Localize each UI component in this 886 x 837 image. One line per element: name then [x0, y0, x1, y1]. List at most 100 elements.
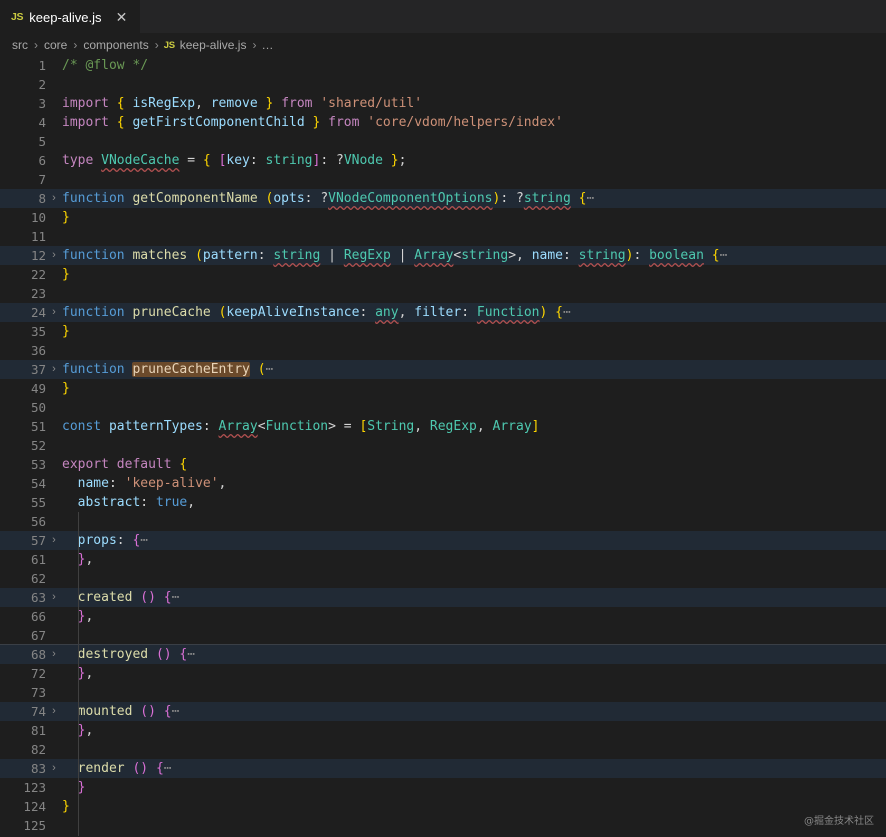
breadcrumb-item-core[interactable]: core — [43, 38, 68, 52]
code-line[interactable]: 24›function pruneCache (keepAliveInstanc… — [0, 303, 886, 322]
code-line[interactable]: 57› props: {⋯ — [0, 531, 886, 550]
code-line[interactable]: 7 — [0, 170, 886, 189]
line-content: } — [62, 379, 886, 398]
line-number: 57 — [0, 531, 46, 550]
line-number: 37 — [0, 360, 46, 379]
line-content: type VNodeCache = { [key: string]: ?VNod… — [62, 151, 886, 170]
fold-toggle[interactable]: › — [46, 189, 62, 208]
code-line[interactable]: 2 — [0, 75, 886, 94]
fold-toggle[interactable]: › — [46, 702, 62, 721]
line-content: } — [62, 322, 886, 341]
tab-keep-alive-js[interactable]: JS keep-alive.js ✕ — [0, 0, 141, 34]
code-line[interactable]: 37›function pruneCacheEntry (⋯ — [0, 360, 886, 379]
line-number: 125 — [0, 816, 46, 835]
fold-toggle[interactable]: › — [46, 645, 62, 664]
line-number: 124 — [0, 797, 46, 816]
code-line[interactable]: 53export default { — [0, 455, 886, 474]
line-number: 2 — [0, 75, 46, 94]
breadcrumb-item-symbols[interactable]: … — [261, 38, 273, 52]
code-line[interactable]: 8›function getComponentName (opts: ?VNod… — [0, 189, 886, 208]
code-line[interactable]: 10} — [0, 208, 886, 227]
line-number: 24 — [0, 303, 46, 322]
code-line[interactable]: 1/* @flow */ — [0, 56, 886, 75]
js-file-icon: JS — [164, 40, 175, 51]
code-line[interactable]: 49} — [0, 379, 886, 398]
fold-toggle[interactable]: › — [46, 588, 62, 607]
code-line[interactable]: 62 — [0, 569, 886, 588]
line-number: 62 — [0, 569, 46, 588]
code-line[interactable]: 5 — [0, 132, 886, 151]
line-content: props: {⋯ — [62, 531, 886, 550]
code-line[interactable]: 22} — [0, 265, 886, 284]
fold-toggle[interactable]: › — [46, 360, 62, 379]
line-number: 74 — [0, 702, 46, 721]
code-line[interactable]: 73 — [0, 683, 886, 702]
line-content: abstract: true, — [62, 493, 886, 512]
code-line[interactable]: 63› created () {⋯ — [0, 588, 886, 607]
line-content: function pruneCache (keepAliveInstance: … — [62, 303, 886, 322]
line-number: 66 — [0, 607, 46, 626]
line-number: 73 — [0, 683, 46, 702]
line-number: 53 — [0, 455, 46, 474]
line-number: 7 — [0, 170, 46, 189]
line-content: } — [62, 208, 886, 227]
line-content: name: 'keep-alive', — [62, 474, 886, 493]
code-line[interactable]: 81 }, — [0, 721, 886, 740]
code-line[interactable]: 51const patternTypes: Array<Function> = … — [0, 417, 886, 436]
chevron-right-icon: › — [247, 38, 261, 52]
code-line[interactable]: 56 — [0, 512, 886, 531]
code-line[interactable]: 50 — [0, 398, 886, 417]
fold-toggle[interactable]: › — [46, 759, 62, 778]
code-editor[interactable]: 1/* @flow */23import { isRegExp, remove … — [0, 56, 886, 837]
code-line[interactable]: 3import { isRegExp, remove } from 'share… — [0, 94, 886, 113]
breadcrumb-item-components[interactable]: components — [82, 38, 149, 52]
close-icon[interactable]: ✕ — [114, 9, 130, 25]
line-content: render () {⋯ — [62, 759, 886, 778]
code-line[interactable]: 52 — [0, 436, 886, 455]
line-content: }, — [62, 607, 886, 626]
line-number: 35 — [0, 322, 46, 341]
code-line[interactable]: 125 — [0, 816, 886, 835]
fold-toggle[interactable]: › — [46, 303, 62, 322]
line-number: 54 — [0, 474, 46, 493]
line-content: function getComponentName (opts: ?VNodeC… — [62, 189, 886, 208]
line-number: 3 — [0, 94, 46, 113]
code-line[interactable]: 54 name: 'keep-alive', — [0, 474, 886, 493]
line-content: } — [62, 797, 886, 816]
code-line[interactable]: 67 — [0, 626, 886, 645]
code-line[interactable]: 55 abstract: true, — [0, 493, 886, 512]
code-line[interactable]: 124} — [0, 797, 886, 816]
line-number: 49 — [0, 379, 46, 398]
watermark: @掘金技术社区 — [804, 812, 874, 827]
code-line[interactable]: 123 } — [0, 778, 886, 797]
code-line[interactable]: 66 }, — [0, 607, 886, 626]
tab-label: keep-alive.js — [29, 10, 101, 25]
code-line[interactable]: 74› mounted () {⋯ — [0, 702, 886, 721]
line-number: 55 — [0, 493, 46, 512]
code-line[interactable]: 82 — [0, 740, 886, 759]
line-number: 123 — [0, 778, 46, 797]
fold-toggle[interactable]: › — [46, 531, 62, 550]
line-number: 23 — [0, 284, 46, 303]
code-line[interactable]: 36 — [0, 341, 886, 360]
code-line[interactable]: 35} — [0, 322, 886, 341]
line-content: import { getFirstComponentChild } from '… — [62, 113, 886, 132]
line-number: 8 — [0, 189, 46, 208]
line-content: function matches (pattern: string | RegE… — [62, 246, 886, 265]
fold-toggle[interactable]: › — [46, 246, 62, 265]
code-line[interactable]: 68› destroyed () {⋯ — [0, 645, 886, 664]
breadcrumb-item-file[interactable]: keep-alive.js — [179, 38, 248, 52]
code-line[interactable]: 6type VNodeCache = { [key: string]: ?VNo… — [0, 151, 886, 170]
line-number: 51 — [0, 417, 46, 436]
code-line[interactable]: 72 }, — [0, 664, 886, 683]
chevron-right-icon: › — [150, 38, 164, 52]
code-line[interactable]: 4import { getFirstComponentChild } from … — [0, 113, 886, 132]
line-content: created () {⋯ — [62, 588, 886, 607]
code-line[interactable]: 12›function matches (pattern: string | R… — [0, 246, 886, 265]
code-line[interactable]: 11 — [0, 227, 886, 246]
code-line[interactable]: 83› render () {⋯ — [0, 759, 886, 778]
breadcrumb-item-src[interactable]: src — [11, 38, 29, 52]
line-content: }, — [62, 664, 886, 683]
code-line[interactable]: 23 — [0, 284, 886, 303]
code-line[interactable]: 61 }, — [0, 550, 886, 569]
